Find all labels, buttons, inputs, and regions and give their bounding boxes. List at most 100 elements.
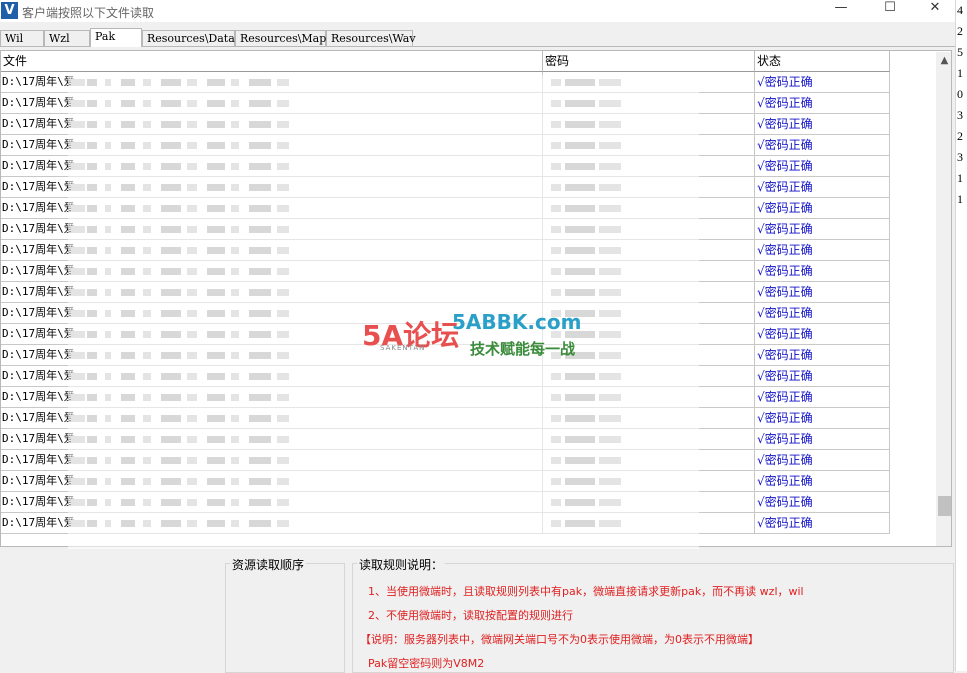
tab-wzl[interactable]: Wzl	[44, 30, 90, 46]
edge-digit: 5	[957, 45, 963, 59]
redacted-mark	[161, 100, 181, 107]
table-row[interactable]: D:\17周年\爱 √密码正确	[1, 177, 890, 198]
minimize-button[interactable]: —	[818, 0, 864, 22]
maximize-button[interactable]: ☐	[867, 0, 913, 22]
redacted-mark	[105, 394, 111, 401]
tab-wil[interactable]: Wil	[0, 30, 44, 46]
redacted-mark	[551, 163, 561, 170]
table-row[interactable]: D:\17周年\爱 √密码正确	[1, 135, 890, 156]
redacted-mark	[277, 310, 289, 317]
vertical-scrollbar[interactable]: ▲	[936, 52, 951, 546]
tab-resources-map[interactable]: Resources\Map	[235, 30, 326, 46]
redacted-mark	[551, 226, 561, 233]
redacted-mark	[71, 226, 85, 233]
status-cell: √密码正确	[755, 303, 890, 324]
redacted-mark	[143, 79, 151, 86]
redacted-mark	[231, 436, 239, 443]
file-path-cell: D:\17周年\爱	[1, 240, 543, 261]
redacted-mark	[277, 331, 289, 338]
file-path-text: D:\17周年\爱	[2, 138, 75, 151]
redacted-mark	[277, 268, 289, 275]
table-row[interactable]: D:\17周年\爱 √密码正确	[1, 408, 890, 429]
redacted-mark	[161, 457, 181, 464]
redacted-mark	[249, 163, 271, 170]
redacted-mark	[161, 79, 181, 86]
redacted-mark	[71, 247, 85, 254]
redacted-mark	[161, 310, 181, 317]
redacted-mark	[277, 373, 289, 380]
password-cell	[543, 156, 755, 177]
status-cell: √密码正确	[755, 198, 890, 219]
redacted-mark	[187, 184, 197, 191]
table-row[interactable]: D:\17周年\爱 √密码正确	[1, 114, 890, 135]
redacted-mark	[143, 226, 151, 233]
redacted-mark	[121, 394, 135, 401]
tab-bar: Wil Wzl Pak Resources\Data Resources\Map…	[0, 28, 955, 47]
redacted-mark	[207, 478, 225, 485]
redacted-mark	[551, 289, 561, 296]
file-path-cell: D:\17周年\爱	[1, 198, 543, 219]
redacted-mark	[121, 121, 135, 128]
scroll-up-icon[interactable]: ▲	[936, 52, 951, 69]
redacted-mark	[87, 352, 97, 359]
table-row[interactable]: D:\17周年\爱 √密码正确	[1, 492, 890, 513]
redacted-mark	[143, 499, 151, 506]
column-header-password[interactable]: 密码	[543, 51, 755, 72]
table-row[interactable]: D:\17周年\爱 √密码正确	[1, 429, 890, 450]
table-row[interactable]: D:\17周年\爱 √密码正确	[1, 156, 890, 177]
table-row[interactable]: D:\17周年\爱 √密码正确	[1, 93, 890, 114]
redacted-mark	[161, 247, 181, 254]
tab-resources-data[interactable]: Resources\Data	[142, 30, 235, 46]
redacted-mark	[249, 373, 271, 380]
redacted-mark	[277, 436, 289, 443]
redacted-mark	[161, 499, 181, 506]
redacted-mark	[565, 163, 595, 170]
redacted-mark	[121, 79, 135, 86]
table-row[interactable]: D:\17周年\爱 √密码正确	[1, 471, 890, 492]
password-cell	[543, 450, 755, 471]
watermark-slogan: 技术赋能每一战	[470, 340, 576, 358]
file-path-cell: D:\17周年\爱	[1, 450, 543, 471]
redacted-mark	[249, 142, 271, 149]
redacted-mark	[105, 226, 111, 233]
redacted-mark	[249, 457, 271, 464]
vertical-scroll-thumb[interactable]	[938, 496, 951, 516]
table-row[interactable]: D:\17周年\爱 √密码正确	[1, 387, 890, 408]
redacted-mark	[231, 226, 239, 233]
tab-pak[interactable]: Pak	[90, 28, 142, 47]
password-cell	[543, 72, 755, 93]
status-cell: √密码正确	[755, 219, 890, 240]
file-path-cell: D:\17周年\爱	[1, 114, 543, 135]
redacted-mark	[87, 499, 97, 506]
redacted-mark	[187, 352, 197, 359]
redacted-mark	[161, 331, 181, 338]
column-header-status[interactable]: 状态	[755, 51, 890, 72]
redacted-mark	[551, 457, 561, 464]
file-path-text: D:\17周年\爱	[2, 75, 75, 88]
table-row[interactable]: D:\17周年\爱 √密码正确	[1, 198, 890, 219]
redacted-mark	[599, 247, 621, 254]
table-row[interactable]: D:\17周年\爱 √密码正确	[1, 513, 890, 534]
password-cell	[543, 198, 755, 219]
table-row[interactable]: D:\17周年\爱 √密码正确	[1, 72, 890, 93]
redacted-mark	[143, 436, 151, 443]
redacted-mark	[599, 79, 621, 86]
table-row[interactable]: D:\17周年\爱 √密码正确	[1, 240, 890, 261]
redacted-mark	[143, 310, 151, 317]
redacted-mark	[143, 289, 151, 296]
redacted-mark	[87, 310, 97, 317]
column-header-file[interactable]: 文件	[1, 51, 543, 72]
table-row[interactable]: D:\17周年\爱 √密码正确	[1, 219, 890, 240]
tab-resources-wav[interactable]: Resources\Wav	[326, 30, 416, 46]
redacted-mark	[143, 478, 151, 485]
redacted-mark	[231, 457, 239, 464]
table-row[interactable]: D:\17周年\爱 √密码正确	[1, 450, 890, 471]
redacted-mark	[187, 247, 197, 254]
table-row[interactable]: D:\17周年\爱 √密码正确	[1, 261, 890, 282]
redacted-mark	[105, 289, 111, 296]
file-path-text: D:\17周年\爱	[2, 516, 75, 529]
close-button[interactable]: ✕	[912, 0, 958, 22]
password-cell	[543, 177, 755, 198]
redacted-mark	[207, 142, 225, 149]
redacted-mark	[599, 205, 621, 212]
